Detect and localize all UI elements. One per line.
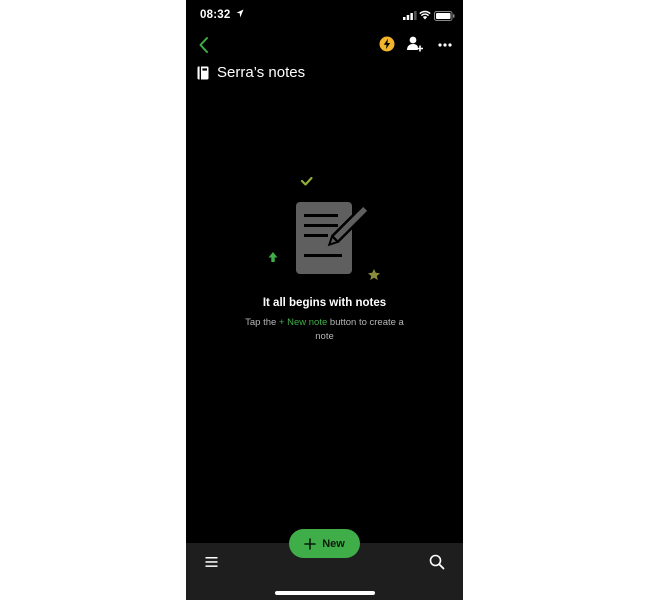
wifi-icon xyxy=(419,10,431,20)
battery-icon xyxy=(434,11,455,21)
new-button-label: New xyxy=(322,537,345,550)
location-icon xyxy=(236,9,244,18)
lightning-icon xyxy=(379,36,395,52)
search-icon xyxy=(429,554,445,570)
document-icon xyxy=(296,202,352,274)
more-icon xyxy=(438,43,452,47)
plus-icon xyxy=(304,537,316,550)
share-button[interactable] xyxy=(406,35,424,53)
home-indicator[interactable] xyxy=(275,591,375,595)
upgrade-button[interactable] xyxy=(379,36,395,52)
status-bar: 08:32 xyxy=(186,0,463,34)
star-icon xyxy=(368,269,380,280)
empty-text-suffix: button to create a note xyxy=(315,317,404,342)
add-user-icon xyxy=(407,36,423,52)
empty-notes-illustration xyxy=(268,176,380,280)
new-note-link: + New note xyxy=(278,317,328,328)
signal-icon xyxy=(403,11,417,20)
notebook-icon xyxy=(197,66,209,80)
phone-screen: 08:32 Serra’s notes It all begins with n… xyxy=(186,0,463,600)
up-arrow-icon xyxy=(268,252,278,262)
new-note-button[interactable]: New xyxy=(289,529,360,558)
empty-state-heading: It all begins with notes xyxy=(262,297,387,309)
more-options-button[interactable] xyxy=(436,38,454,50)
hamburger-menu-icon xyxy=(205,557,218,567)
menu-button[interactable] xyxy=(204,555,220,569)
empty-state-text: Tap the + New note button to create a no… xyxy=(236,316,413,344)
chevron-left-icon xyxy=(199,37,208,53)
page-title: Serra’s notes xyxy=(217,64,306,81)
search-button[interactable] xyxy=(428,553,446,571)
empty-text-prefix: Tap the xyxy=(245,317,279,328)
status-time: 08:32 xyxy=(200,9,231,21)
check-icon xyxy=(300,176,313,186)
back-button[interactable] xyxy=(194,35,218,55)
